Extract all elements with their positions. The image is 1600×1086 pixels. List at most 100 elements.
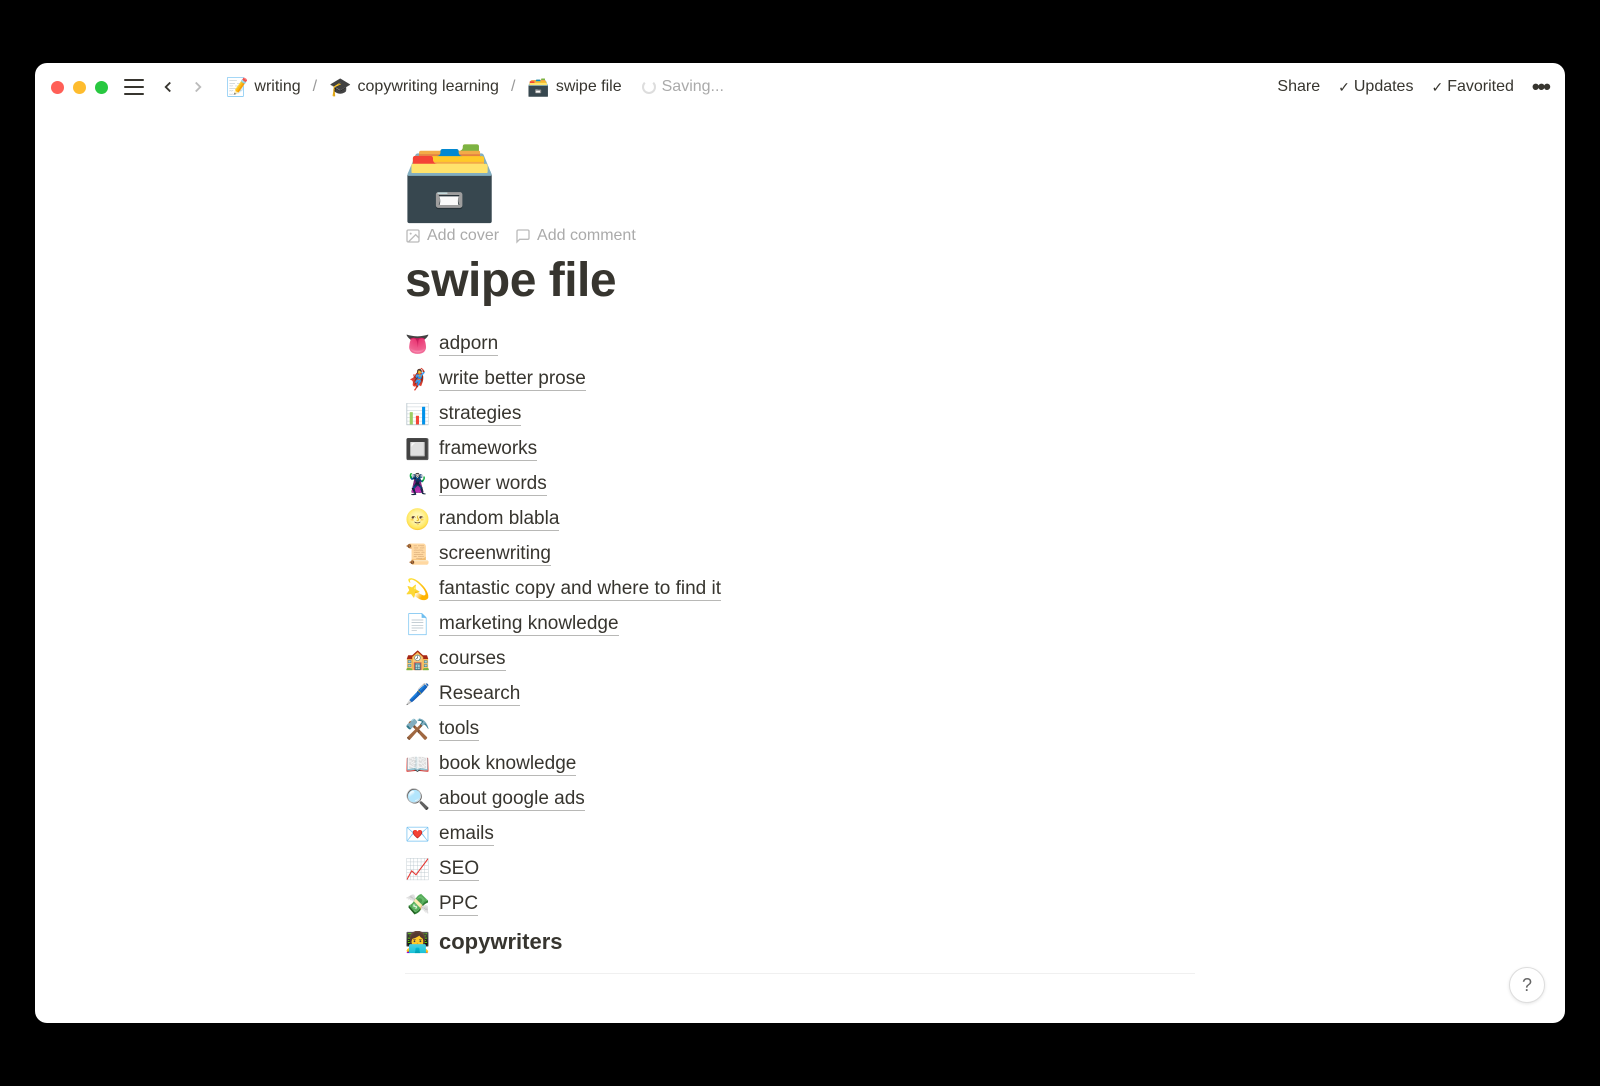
link-label: marketing knowledge: [439, 613, 619, 636]
breadcrumb-label: copywriting learning: [358, 78, 499, 96]
page-link-item[interactable]: 🦹 power words: [405, 470, 1195, 499]
link-label: adporn: [439, 333, 498, 356]
link-label: book knowledge: [439, 753, 576, 776]
toggle-label: copywriters: [439, 929, 563, 955]
page-link-item[interactable]: 🖊️ Research: [405, 680, 1195, 709]
link-label: strategies: [439, 403, 521, 426]
maximize-window-button[interactable]: [95, 81, 108, 94]
page-link-item[interactable]: 🔍 about google ads: [405, 785, 1195, 814]
link-emoji-icon: 🔲: [405, 437, 429, 462]
link-label: fantastic copy and where to find it: [439, 578, 721, 601]
image-icon: [405, 228, 421, 244]
page-link-item[interactable]: 📖 book knowledge: [405, 750, 1195, 779]
link-label: random blabla: [439, 508, 559, 531]
link-emoji-icon: 🦸‍♀️: [405, 367, 429, 392]
graduation-cap-icon: 🎓: [329, 77, 351, 98]
help-button[interactable]: ?: [1509, 967, 1545, 1003]
link-emoji-icon: 🔍: [405, 787, 429, 812]
page-link-list: 👅 adporn 🦸‍♀️ write better prose 📊 strategies…: [405, 330, 1195, 919]
breadcrumb: 📝 writing / 🎓 copywriting learning / 🗃️ …: [222, 75, 626, 100]
add-cover-button[interactable]: Add cover: [405, 227, 499, 245]
link-emoji-icon: 📖: [405, 752, 429, 777]
link-emoji-icon: 📈: [405, 857, 429, 882]
nav-back-button[interactable]: [156, 75, 180, 99]
window-controls: [51, 81, 108, 94]
comment-icon: [515, 228, 531, 244]
page-link-item[interactable]: 📈 SEO: [405, 855, 1195, 884]
page-title[interactable]: swipe file: [405, 253, 1195, 308]
favorited-label: Favorited: [1447, 78, 1514, 96]
memo-icon: 📝: [226, 77, 248, 98]
sidebar-toggle-icon[interactable]: [124, 79, 144, 95]
link-emoji-icon: ⚒️: [405, 717, 429, 742]
link-emoji-icon: 💫: [405, 577, 429, 602]
page: 🗃️ Add cover Add comment swipe file 👅adp…: [405, 141, 1195, 1023]
saving-indicator: Saving...: [642, 78, 724, 96]
link-label: write better prose: [439, 368, 586, 391]
page-hover-actions: Add cover Add comment: [405, 227, 1195, 245]
link-label: power words: [439, 473, 547, 496]
topbar-actions: Share ✓ Updates ✓ Favorited •••: [1277, 74, 1549, 100]
breadcrumb-separator: /: [313, 78, 317, 96]
breadcrumb-item-writing[interactable]: 📝 writing: [222, 75, 305, 100]
favorited-button[interactable]: ✓ Favorited: [1431, 78, 1513, 96]
share-button[interactable]: Share: [1277, 78, 1320, 96]
saving-label: Saving...: [662, 78, 724, 96]
more-menu-button[interactable]: •••: [1532, 74, 1549, 100]
link-emoji-icon: 🦹: [405, 472, 429, 497]
close-window-button[interactable]: [51, 81, 64, 94]
link-label: PPC: [439, 893, 478, 916]
link-label: courses: [439, 648, 506, 671]
check-icon: ✓: [1338, 79, 1350, 96]
app-window: 📝 writing / 🎓 copywriting learning / 🗃️ …: [35, 63, 1565, 1023]
page-link-item[interactable]: 🏫 courses: [405, 645, 1195, 674]
link-emoji-icon: 📄: [405, 612, 429, 637]
updates-label: Updates: [1354, 78, 1414, 96]
link-emoji-icon: 📊: [405, 402, 429, 427]
page-link-item[interactable]: 💸PPC: [405, 890, 1195, 919]
minimize-window-button[interactable]: [73, 81, 86, 94]
link-label: Research: [439, 683, 520, 706]
card-file-box-icon: 🗃️: [527, 77, 549, 98]
check-icon: ✓: [1431, 79, 1443, 96]
link-label: frameworks: [439, 438, 537, 461]
link-emoji-icon: 🏫: [405, 647, 429, 672]
updates-button[interactable]: ✓ Updates: [1338, 78, 1413, 96]
link-label: emails: [439, 823, 494, 846]
page-link-item[interactable]: 📄 marketing knowledge: [405, 610, 1195, 639]
breadcrumb-separator: /: [511, 78, 515, 96]
page-link-item[interactable]: 💌 emails: [405, 820, 1195, 849]
share-label: Share: [1277, 78, 1320, 96]
link-label: SEO: [439, 858, 479, 881]
add-cover-label: Add cover: [427, 227, 499, 245]
topbar: 📝 writing / 🎓 copywriting learning / 🗃️ …: [35, 63, 1565, 111]
breadcrumb-item-swipefile[interactable]: 🗃️ swipe file: [523, 75, 625, 100]
content-area: 🗃️ Add cover Add comment swipe file 👅 adp…: [35, 111, 1565, 1023]
woman-technologist-icon: 👩‍💻: [405, 930, 429, 955]
page-link-item[interactable]: 👅 adporn: [405, 330, 1195, 359]
page-link-item[interactable]: 🦸‍♀️ write better prose: [405, 365, 1195, 394]
breadcrumb-label: writing: [254, 78, 300, 96]
link-emoji-icon: 🌝: [405, 507, 429, 532]
page-link-item[interactable]: 💫 fantastic copy and where to find it: [405, 575, 1195, 604]
breadcrumb-item-copywriting[interactable]: 🎓 copywriting learning: [325, 75, 503, 100]
link-label: about google ads: [439, 788, 585, 811]
link-emoji-icon: 👅: [405, 332, 429, 357]
breadcrumb-label: swipe file: [556, 78, 622, 96]
spinner-icon: [642, 80, 656, 94]
add-comment-button[interactable]: Add comment: [515, 227, 636, 245]
page-icon[interactable]: 🗃️: [401, 141, 1195, 219]
page-link-item[interactable]: ⚒️ tools: [405, 715, 1195, 744]
link-emoji-icon: 📜: [405, 542, 429, 567]
page-link-item[interactable]: 📊 strategies: [405, 400, 1195, 429]
link-emoji-icon: 🖊️: [405, 682, 429, 707]
toggle-copywriters[interactable]: 👩‍💻 copywriters: [405, 925, 1195, 959]
page-link-item[interactable]: 🔲 frameworks: [405, 435, 1195, 464]
link-label: screenwriting: [439, 543, 551, 566]
link-label: tools: [439, 718, 479, 741]
page-link-item[interactable]: 📜 screenwriting: [405, 540, 1195, 569]
link-emoji-icon: 💌: [405, 822, 429, 847]
page-link-item[interactable]: 🌝 random blabla: [405, 505, 1195, 534]
nav-forward-button[interactable]: [186, 75, 210, 99]
add-comment-label: Add comment: [537, 227, 636, 245]
